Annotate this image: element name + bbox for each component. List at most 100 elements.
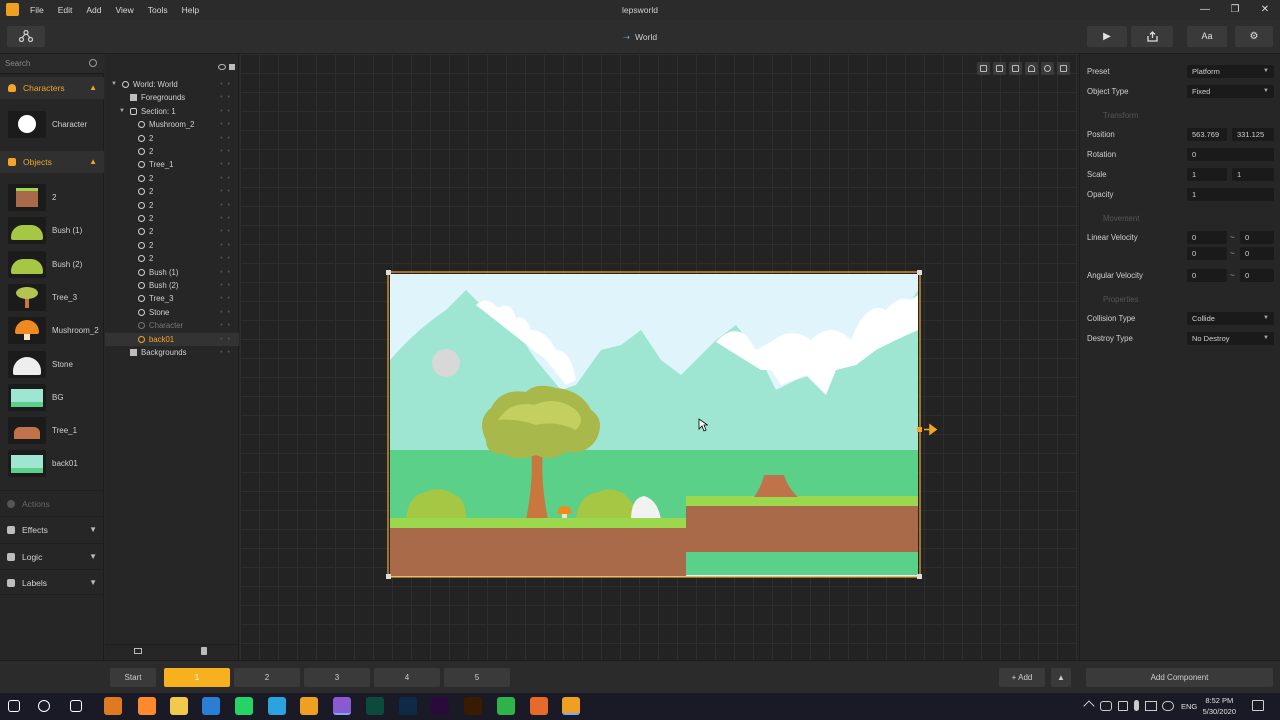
section-tab-3[interactable]: 3 [304,668,370,687]
hierarchy-row[interactable]: back01 •• [105,332,239,346]
row-visibility-lock-icons[interactable]: •• [220,266,235,279]
orange-app-icon[interactable] [530,697,548,715]
palette-item-tree[interactable]: Tree_3 [0,281,104,314]
position-x-field[interactable]: 563.769 [1187,128,1227,141]
row-visibility-lock-icons[interactable]: •• [220,252,235,265]
scale-y-field[interactable]: 1 [1232,168,1274,181]
wifi-icon[interactable] [1162,701,1174,711]
battery-icon[interactable] [1145,701,1157,711]
position-y-field[interactable]: 331.125 [1232,128,1274,141]
row-visibility-lock-icons[interactable]: •• [220,225,235,238]
row-visibility-lock-icons[interactable]: •• [220,132,235,145]
row-visibility-lock-icons[interactable]: •• [220,145,235,158]
resize-handle-br[interactable] [917,574,922,579]
palette-item-bg[interactable]: BG [0,381,104,414]
linear-velocity-x-max[interactable]: 0 [1240,231,1274,244]
objects-section-header[interactable]: Objects ▲ [0,151,104,173]
hierarchy-row[interactable]: Mushroom_2 •• [105,118,239,131]
hierarchy-row[interactable]: 2 •• [105,225,239,238]
store-icon[interactable] [202,697,220,715]
buildbox-icon[interactable] [562,697,580,715]
windows-start-icon[interactable] [8,700,20,712]
palette-item-stone[interactable]: Stone [0,348,104,381]
canvas-tool-lock[interactable] [993,62,1006,75]
font-button[interactable]: Aa [1187,26,1227,47]
row-visibility-lock-icons[interactable]: •• [220,212,235,225]
hierarchy-row[interactable]: ▼ Section: 1 •• [105,105,239,118]
hierarchy-row[interactable]: 2 •• [105,145,239,158]
language-indicator[interactable]: ENG [1181,693,1197,720]
resize-handle-bl[interactable] [386,574,391,579]
row-visibility-lock-icons[interactable]: •• [220,158,235,171]
maximize-button[interactable]: ❐ [1220,0,1250,20]
hierarchy-row[interactable]: 2 •• [105,199,239,212]
photoshop-icon[interactable] [399,697,417,715]
collision-type-select[interactable]: Collide ▼ [1187,312,1274,325]
canvas-tool-fit[interactable] [977,62,990,75]
hierarchy-row[interactable]: ▼ World: World •• [105,78,239,91]
hierarchy-row[interactable]: 2 •• [105,239,239,252]
firefox-dev-icon[interactable] [104,697,122,715]
add-section-button[interactable]: + Add [999,668,1045,687]
canvas-tool-camera[interactable] [1057,62,1070,75]
object-type-select[interactable]: Fixed ▼ [1187,85,1274,98]
scene-canvas[interactable] [240,54,1078,660]
expand-arrow-icon[interactable]: ▼ [119,105,125,118]
row-visibility-lock-icons[interactable]: •• [220,105,235,118]
characters-section-header[interactable]: Characters ▲ [0,77,104,99]
expand-arrow-icon[interactable]: ▼ [111,78,117,91]
hierarchy-row[interactable]: Character •• [105,319,239,332]
section-tab-2[interactable]: 2 [234,668,300,687]
linear-velocity-y-max[interactable]: 0 [1240,247,1274,260]
export-button[interactable] [1131,26,1173,47]
row-visibility-lock-icons[interactable]: •• [220,118,235,131]
row-visibility-lock-icons[interactable]: •• [220,91,235,104]
notepad-icon[interactable] [300,697,318,715]
row-visibility-lock-icons[interactable]: •• [220,172,235,185]
destroy-type-select[interactable]: No Destroy ▼ [1187,332,1274,345]
row-visibility-lock-icons[interactable]: •• [220,333,235,346]
notifications-icon[interactable] [1252,700,1264,711]
hierarchy-row[interactable]: Backgrounds •• [105,346,239,359]
visual-studio-icon[interactable] [333,697,351,715]
telegram-icon[interactable] [268,697,286,715]
hierarchy-row[interactable]: Foregrounds •• [105,91,239,104]
resize-handle-tl[interactable] [386,270,391,275]
logic-section[interactable]: Logic ▼ [0,543,104,569]
row-visibility-lock-icons[interactable]: •• [220,292,235,305]
scale-x-field[interactable]: 1 [1187,168,1227,181]
hierarchy-row[interactable]: 2 •• [105,252,239,265]
close-button[interactable]: ✕ [1250,0,1280,20]
trash-icon[interactable] [201,647,207,655]
task-view-icon[interactable] [70,700,82,712]
game-scene-preview[interactable] [386,270,946,582]
folder-icon[interactable] [134,648,142,654]
lock-icon[interactable] [229,64,235,70]
canvas-tool-magnet[interactable] [1025,62,1038,75]
add-component-button[interactable]: Add Component [1086,668,1273,687]
labels-section[interactable]: Labels ▼ [0,569,104,595]
start-tab[interactable]: Start [110,668,156,687]
palette-item-bush[interactable]: Bush (2) [0,248,104,281]
system-clock[interactable]: 8:52 PM 5/30/2020 [1203,695,1236,717]
move-arrow-right-icon[interactable] [924,423,938,436]
resize-handle-tr[interactable] [917,270,922,275]
palette-item-mushroom[interactable]: Mushroom_2 [0,314,104,347]
canvas-tool-grid[interactable] [1009,62,1022,75]
canvas-tool-view[interactable] [1041,62,1054,75]
row-visibility-lock-icons[interactable]: •• [220,239,235,252]
microphone-icon[interactable] [1134,700,1139,711]
play-button[interactable]: ▶ [1087,26,1127,47]
minimize-button[interactable]: — [1190,0,1220,20]
palette-search[interactable]: Search [0,54,104,74]
palette-item-bg[interactable]: back01 [0,447,104,480]
preset-select[interactable]: Platform ▼ [1187,65,1274,78]
hierarchy-row[interactable]: Tree_3 •• [105,292,239,305]
angular-velocity-min[interactable]: 0 [1187,269,1227,282]
hierarchy-row[interactable]: Stone •• [105,306,239,319]
row-visibility-lock-icons[interactable]: •• [220,346,235,359]
illustrator-icon[interactable] [464,697,482,715]
firefox-icon[interactable] [138,697,156,715]
hierarchy-row[interactable]: Bush (1) •• [105,266,239,279]
opacity-field[interactable]: 1 [1187,188,1274,201]
